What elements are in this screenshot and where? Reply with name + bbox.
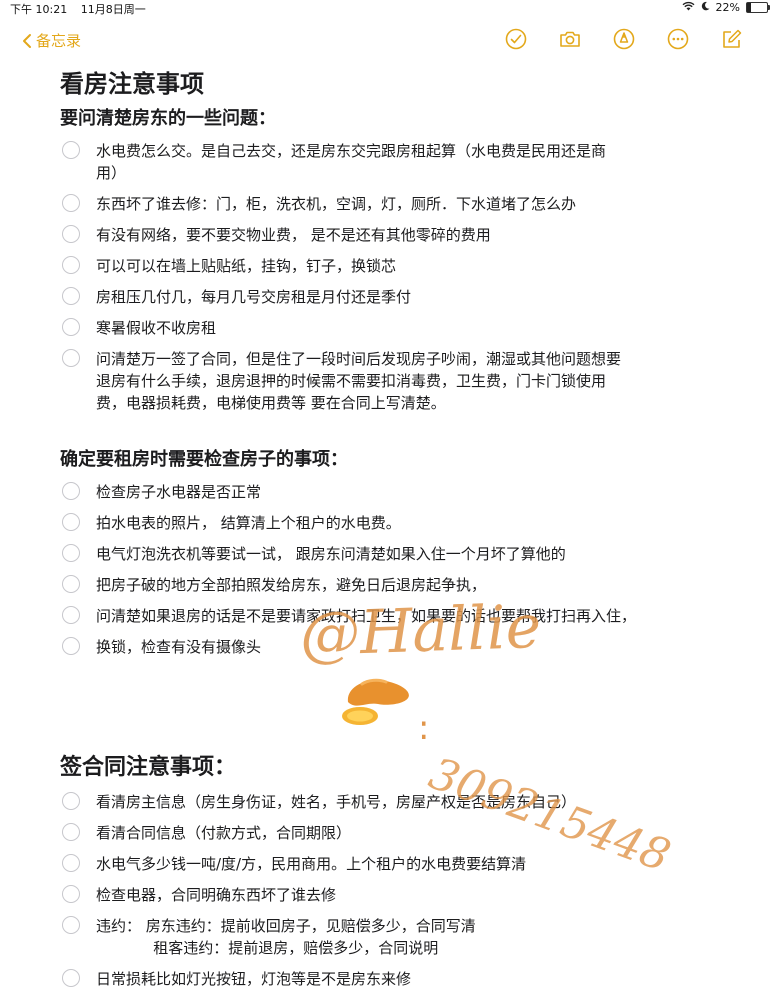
- pen-tip-icon: [613, 28, 635, 50]
- toolbar: [504, 27, 744, 51]
- checklist-item: 东西坏了谁去修：门，柜，洗衣机，空调，灯，厕所．下水道堵了怎么办: [60, 193, 740, 215]
- battery-icon: [746, 2, 770, 13]
- checklist-item: 有没有网络，要不要交物业费， 是不是还有其他零碎的费用: [60, 224, 740, 246]
- more-button[interactable]: [666, 27, 690, 51]
- checkbox[interactable]: [62, 141, 80, 159]
- checklist-item: 把房子破的地方全部拍照发给房东，避免日后退房起争执，: [60, 574, 740, 596]
- checklist-item: 问清楚万一签了合同，但是住了一段时间后发现房子吵闹，潮湿或其他问题想要 退房有什么…: [60, 348, 740, 414]
- checkbox[interactable]: [62, 482, 80, 500]
- checklist-item: 日常损耗比如灯光按钮，灯泡等是不是房东来修: [60, 968, 740, 990]
- checklist-item: 拍水电表的照片， 结算清上个租户的水电费。: [60, 512, 740, 534]
- section-heading: 确定要租房时需要检查房子的事项：: [60, 449, 348, 470]
- battery-percent: 22%: [715, 1, 740, 14]
- checkbox[interactable]: [62, 513, 80, 531]
- ellipsis-icon: [667, 28, 689, 50]
- chevron-left-icon: [23, 33, 31, 48]
- section-heading: 签合同注意事项：: [60, 755, 237, 780]
- watermark-colon: :: [418, 708, 430, 748]
- camera-button[interactable]: [558, 27, 582, 51]
- checkbox[interactable]: [62, 194, 80, 212]
- checkbox[interactable]: [62, 287, 80, 305]
- wifi-icon: [682, 1, 695, 14]
- status-date: 11月8日周一: [80, 3, 146, 16]
- checkbox[interactable]: [62, 225, 80, 243]
- section-heading: 要问清楚房东的一些问题：: [60, 108, 276, 129]
- checkbox[interactable]: [62, 969, 80, 987]
- note-title: 看房注意事项: [60, 70, 204, 98]
- checkbox[interactable]: [62, 544, 80, 562]
- checkbox[interactable]: [62, 637, 80, 655]
- checklist-item: 看清房主信息（房生身伤证，姓名，手机号，房屋产权是否是房东自己）: [60, 791, 740, 813]
- checkbox[interactable]: [62, 575, 80, 593]
- checkbox[interactable]: [62, 606, 80, 624]
- sweet-potato-icon: [342, 678, 409, 725]
- checkbox[interactable]: [62, 823, 80, 841]
- markup-button[interactable]: [612, 27, 636, 51]
- checklist-item: 水电费怎么交。是自己去交，还是房东交完跟房租起算（水电费是民用还是商 用）: [60, 140, 740, 184]
- checklist-item: 可以可以在墙上贴贴纸，挂钩，钉子，换锁芯: [60, 255, 740, 277]
- checkbox[interactable]: [62, 792, 80, 810]
- back-button[interactable]: 备忘录: [22, 30, 81, 51]
- moon-icon: [701, 1, 710, 14]
- checkbox[interactable]: [62, 916, 80, 934]
- checklist-item: 检查电器，合同明确东西坏了谁去修: [60, 884, 740, 906]
- compose-icon: [723, 29, 742, 48]
- checkbox[interactable]: [62, 349, 80, 367]
- checklist-item: 房租压几付几，每月几号交房租是月付还是季付: [60, 286, 740, 308]
- battery-level: [747, 3, 752, 12]
- camera-icon: [560, 31, 580, 47]
- checklist: 水电费怎么交。是自己去交，还是房东交完跟房租起算（水电费是民用还是商 用） 东西坏…: [60, 140, 740, 414]
- compose-button[interactable]: [720, 27, 744, 51]
- checklist-item: 违约： 房东违约：提前收回房子，见赔偿多少，合同写清 租客违约：提前退房，赔偿多…: [60, 915, 740, 959]
- status-time: 下午 10:21: [10, 3, 68, 16]
- navigation-bar: 备忘录: [0, 24, 782, 58]
- watermark-handle: @Hallie: [298, 591, 543, 671]
- checklist-item: 寒暑假收不收房租: [60, 317, 740, 339]
- checkbox[interactable]: [62, 854, 80, 872]
- checklist-item: 检查房子水电器是否正常: [60, 481, 740, 503]
- checklist-icon: [505, 28, 527, 50]
- back-label: 备忘录: [36, 32, 82, 50]
- status-bar: 下午 10:21 11月8日周一 22%: [0, 0, 782, 16]
- checklist-item: 电气灯泡洗衣机等要试一试， 跟房东问清楚如果入住一个月坏了算他的: [60, 543, 740, 565]
- checkbox[interactable]: [62, 256, 80, 274]
- checklist-button[interactable]: [504, 27, 528, 51]
- checkbox[interactable]: [62, 885, 80, 903]
- checkbox[interactable]: [62, 318, 80, 336]
